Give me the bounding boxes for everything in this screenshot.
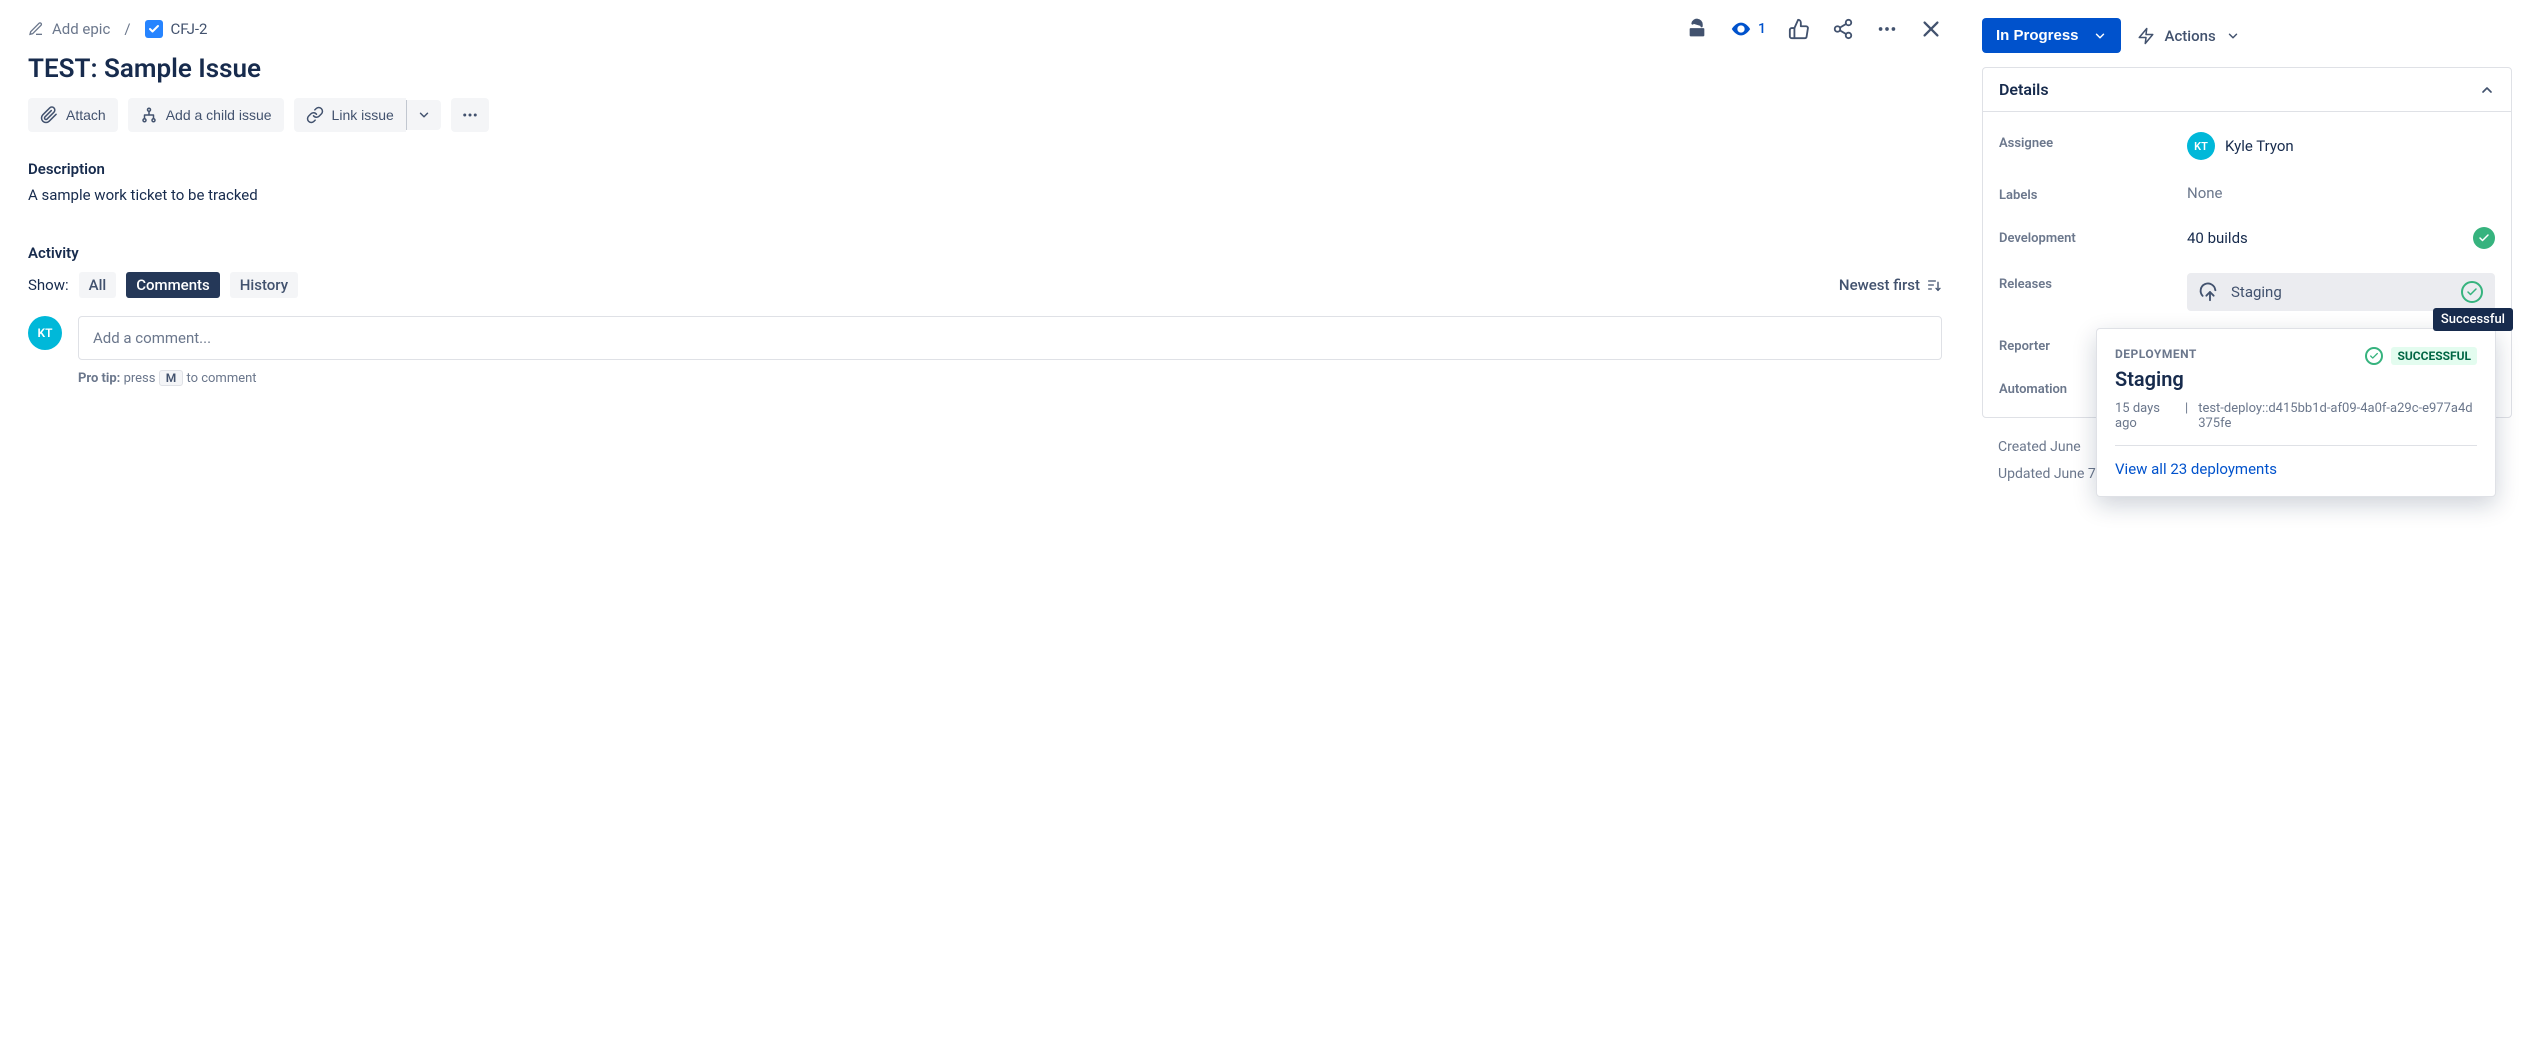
pencil-icon xyxy=(28,21,44,37)
child-issue-icon xyxy=(140,106,158,124)
link-issue-dropdown[interactable] xyxy=(406,100,441,130)
thumbs-up-icon[interactable] xyxy=(1788,18,1810,40)
paperclip-icon xyxy=(40,106,58,124)
lock-icon[interactable] xyxy=(1686,18,1708,40)
assignee-avatar: KT xyxy=(2187,132,2215,160)
details-toggle[interactable]: Details xyxy=(1983,68,2511,112)
cloud-upload-icon xyxy=(2199,281,2221,303)
tab-comments[interactable]: Comments xyxy=(126,272,220,298)
view-all-deployments-link[interactable]: View all 23 deployments xyxy=(2115,460,2277,478)
activity-label: Activity xyxy=(28,244,1942,262)
link-icon xyxy=(306,106,324,124)
labels-label: Labels xyxy=(1999,184,2179,203)
chevron-down-icon xyxy=(2226,29,2240,43)
labels-value[interactable]: None xyxy=(2187,184,2495,202)
development-builds-link[interactable]: 40 builds xyxy=(2187,229,2248,247)
deployment-ref: test-deploy::d415bb1d-af09-4a0f-a29c-e97… xyxy=(2198,401,2477,431)
tab-history[interactable]: History xyxy=(230,272,298,298)
assignee-value[interactable]: KT Kyle Tryon xyxy=(2187,132,2495,160)
breadcrumb-separator: / xyxy=(124,20,130,38)
issue-title[interactable]: TEST: Sample Issue xyxy=(28,54,1942,84)
release-chip[interactable]: Staging xyxy=(2187,273,2495,311)
deployment-status-badge: SUCCESSFUL xyxy=(2391,347,2477,365)
chevron-down-icon xyxy=(2093,29,2107,43)
share-icon[interactable] xyxy=(1832,18,1854,40)
deployment-popover: DEPLOYMENT Staging SUCCESSFUL 15 days ag… xyxy=(2096,328,2496,497)
current-user-avatar: KT xyxy=(28,316,62,350)
attach-button[interactable]: Attach xyxy=(28,98,118,132)
deployment-env: Staging xyxy=(2115,367,2197,391)
watch-button[interactable]: 1 xyxy=(1730,18,1766,40)
breadcrumb: Add epic / CFJ-2 xyxy=(28,20,208,38)
add-child-issue-button[interactable]: Add a child issue xyxy=(128,98,284,132)
add-epic-link[interactable]: Add epic xyxy=(28,20,110,38)
releases-label: Releases xyxy=(1999,273,2179,292)
chevron-up-icon xyxy=(2479,82,2495,98)
description-label: Description xyxy=(28,160,1942,178)
details-label: Details xyxy=(1999,80,2049,99)
close-icon[interactable] xyxy=(1920,18,1942,40)
tab-all[interactable]: All xyxy=(79,272,117,298)
chevron-down-icon xyxy=(417,108,431,122)
successful-tooltip: Successful xyxy=(2433,308,2513,331)
development-label: Development xyxy=(1999,227,2179,246)
comment-protip: Pro tip: press M to comment xyxy=(78,370,1942,386)
show-label: Show: xyxy=(28,276,69,294)
sort-icon xyxy=(1926,277,1942,293)
more-actions-button[interactable] xyxy=(451,98,489,132)
actions-dropdown[interactable]: Actions xyxy=(2137,27,2240,45)
comment-input[interactable]: Add a comment... xyxy=(78,316,1942,360)
assignee-label: Assignee xyxy=(1999,132,2179,151)
sort-button[interactable]: Newest first xyxy=(1839,276,1942,294)
bolt-icon xyxy=(2137,27,2155,45)
status-dropdown[interactable]: In Progress xyxy=(1982,18,2121,53)
task-icon xyxy=(145,20,163,38)
check-circle-outline-icon xyxy=(2461,281,2483,303)
check-circle-icon xyxy=(2473,227,2495,249)
more-icon xyxy=(461,106,479,124)
issue-key-link[interactable]: CFJ-2 xyxy=(145,20,208,38)
description-text[interactable]: A sample work ticket to be tracked xyxy=(28,186,1942,204)
deployment-time: 15 days ago xyxy=(2115,401,2175,431)
check-circle-outline-icon xyxy=(2365,347,2383,365)
more-icon[interactable] xyxy=(1876,18,1898,40)
link-issue-button[interactable]: Link issue xyxy=(294,98,406,132)
deployment-section-label: DEPLOYMENT xyxy=(2115,347,2197,361)
